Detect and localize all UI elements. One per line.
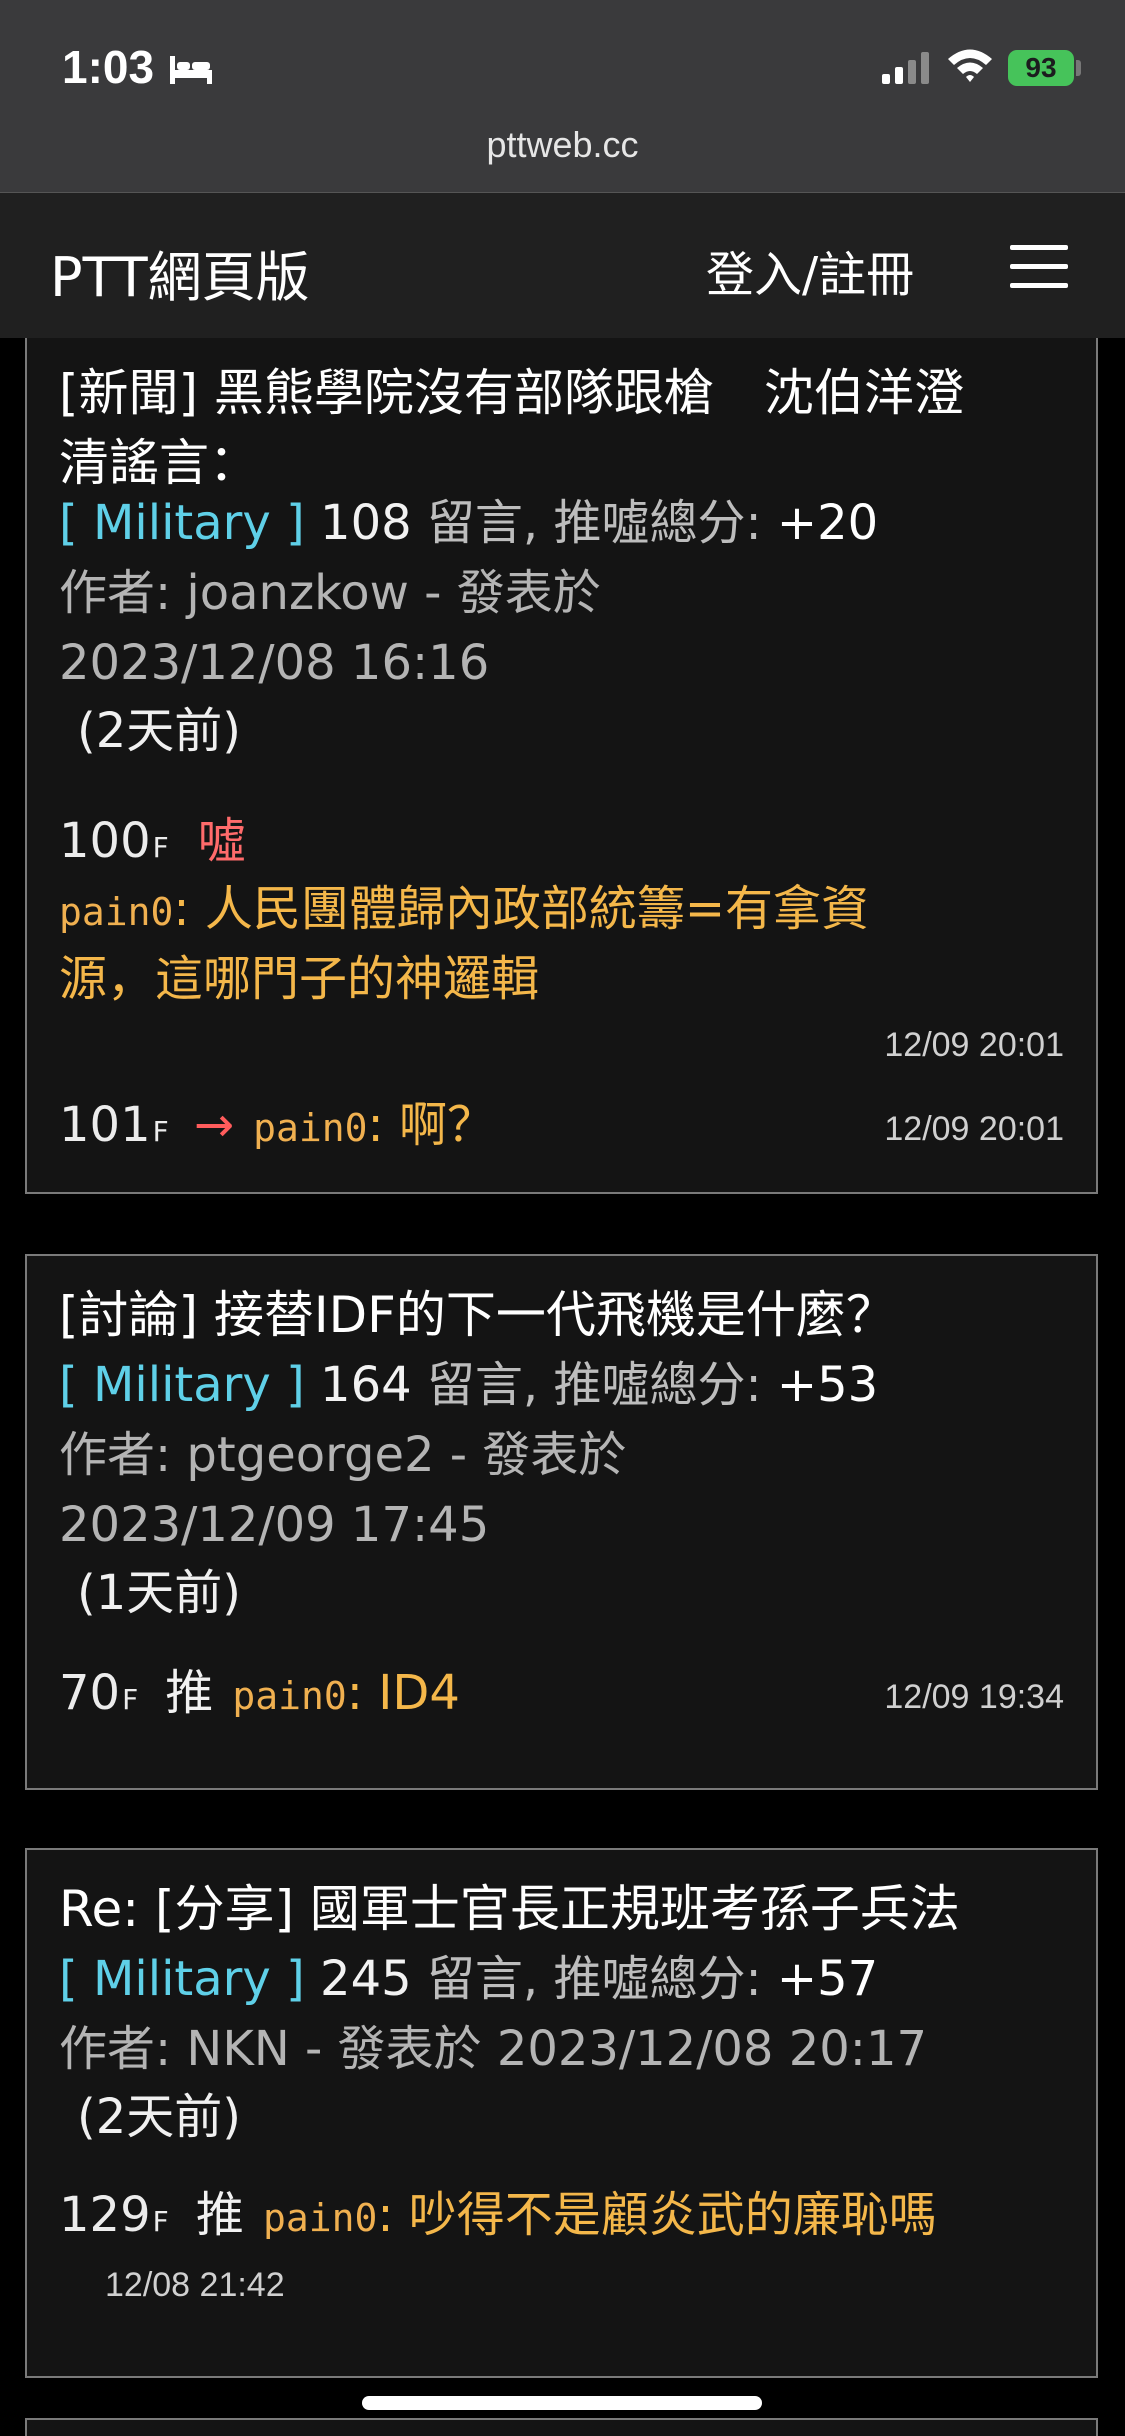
comment-text: : ID4: [346, 1665, 460, 1721]
board-tag[interactable]: [ Military ]: [59, 1357, 305, 1413]
battery-cap: [1076, 60, 1081, 76]
author-info: 作者: ptgeorge2 - 發表於 2023/12/09 17:45: [59, 1420, 626, 1560]
comment-user[interactable]: pain0: [59, 890, 173, 934]
wifi-icon: [948, 49, 992, 82]
author-line: 作者: NKN - 發表於 2023/12/08 20:17: [59, 2021, 928, 2077]
address-bar-url[interactable]: pttweb.cc: [0, 124, 1125, 166]
post-title-line: Re: [分享] 國軍士官長正規班考孫子兵法: [59, 1880, 960, 1938]
post-meta: [ Military ] 164 留言, 推噓總分: +53: [59, 1350, 878, 1420]
status-time: 1:03: [62, 41, 155, 93]
post-title[interactable]: Re: [分享] 國軍士官長正規班考孫子兵法: [59, 1874, 960, 1944]
comment-time: 12/08 21:42: [105, 2266, 285, 2304]
comment-text: : 啊？: [367, 1097, 495, 1153]
board-tag[interactable]: [ Military ]: [59, 495, 305, 551]
comment-user[interactable]: pain0: [232, 1674, 346, 1718]
relative-time: (1天前): [77, 1565, 241, 1621]
floor-suffix: F: [152, 2205, 169, 2238]
comment-body: pain0: 人民團體歸內政部統籌=有拿資: [59, 874, 869, 955]
sleep-focus-icon: [170, 56, 212, 84]
menu-icon[interactable]: [1010, 245, 1068, 289]
post-card[interactable]: [新聞] 黑熊學院沒有部隊跟槍 沈伯洋澄 清謠言： [ Military ] 1…: [25, 338, 1098, 1194]
post-title[interactable]: [討論] 接替IDF的下一代飛機是什麼？: [59, 1280, 896, 1350]
floor-number: 100: [59, 813, 151, 869]
author-line: 作者: joanzkow - 發表於: [59, 565, 601, 621]
board-tag[interactable]: [ Military ]: [59, 1951, 305, 2007]
floor-number: 70: [59, 1665, 121, 1721]
comment-time: 12/09 19:34: [884, 1678, 1064, 1716]
comment-body-continued: 源，這哪門子的神邏輯: [59, 944, 539, 1025]
score: +57: [776, 1951, 879, 2007]
battery-level: 93: [1025, 52, 1057, 83]
post-title[interactable]: [新聞] 黑熊學院沒有部隊跟槍 沈伯洋澄 清謠言：: [59, 358, 964, 498]
post-card[interactable]: Re: [分享] 國軍士官長正規班考孫子兵法 [ Military ] 245 …: [25, 1848, 1098, 2378]
post-card[interactable]: [討論] 接替IDF的下一代飛機是什麼？ [ Military ] 164 留言…: [25, 1254, 1098, 1790]
post-date: 2023/12/09 17:45: [59, 1497, 490, 1553]
comment-text: : 吵得不是顧炎武的廉恥嗎: [377, 2187, 937, 2243]
floor-suffix: F: [152, 831, 169, 864]
meta-label: 留言, 推噓總分:: [426, 1357, 762, 1413]
comment-time: 12/09 20:01: [884, 1110, 1064, 1148]
site-header: PTT網頁版 登入/註冊: [0, 192, 1125, 339]
comment-user[interactable]: pain0: [253, 1106, 367, 1150]
relative-time: (2天前): [77, 703, 241, 759]
score: +53: [776, 1357, 879, 1413]
comment-row: 129F 推 pain0: 吵得不是顧炎武的廉恥嗎: [59, 2180, 937, 2261]
comment-tag: 推: [165, 1665, 214, 1721]
author-info: 作者: joanzkow - 發表於 2023/12/08 16:16: [59, 558, 601, 698]
post-meta: [ Military ] 245 留言, 推噓總分: +57: [59, 1944, 878, 2014]
login-register-link[interactable]: 登入/註冊: [706, 235, 914, 305]
author-info: 作者: NKN - 發表於 2023/12/08 20:17: [59, 2014, 927, 2084]
floor-suffix: F: [152, 1115, 169, 1148]
comment-text: 源，這哪門子的神邏輯: [59, 951, 540, 1007]
comment-tag: →: [193, 1097, 235, 1153]
author-line: 作者: ptgeorge2 - 發表於: [59, 1427, 627, 1483]
post-card[interactable]: [25, 2418, 1098, 2436]
comment-row: 70F 推 pain0: ID4: [59, 1658, 460, 1739]
comment-count: 245: [320, 1951, 412, 2007]
post-title-line: [新聞] 黑熊學院沒有部隊跟槍 沈伯洋澄: [59, 364, 964, 422]
score: +20: [776, 495, 879, 551]
floor-number: 129: [59, 2187, 151, 2243]
meta-label: 留言, 推噓總分:: [426, 495, 762, 551]
comment-tag: 噓: [197, 813, 246, 869]
relative-time: (2天前): [77, 2089, 241, 2145]
comment-count: 108: [320, 495, 412, 551]
cellular-signal-icon: [882, 52, 929, 84]
post-date: 2023/12/08 16:16: [59, 635, 490, 691]
comment-time: 12/09 20:01: [884, 1026, 1064, 1064]
home-indicator[interactable]: [362, 2396, 762, 2410]
comment-row: 101F → pain0: 啊？: [59, 1090, 495, 1171]
post-meta: [ Military ] 108 留言, 推噓總分: +20: [59, 488, 878, 558]
floor-suffix: F: [122, 1683, 139, 1716]
comment-user[interactable]: pain0: [263, 2196, 377, 2240]
post-list: [新聞] 黑熊學院沒有部隊跟槍 沈伯洋澄 清謠言： [ Military ] 1…: [0, 338, 1125, 2436]
comment-text: : 人民團體歸內政部統籌=有拿資: [173, 881, 870, 937]
status-bar: 1:03 93 pttweb.cc: [0, 0, 1125, 192]
battery-indicator: 93: [1008, 50, 1074, 86]
comment-tag: 推: [195, 2187, 244, 2243]
post-title-line: [討論] 接替IDF的下一代飛機是什麼？: [59, 1286, 896, 1344]
comment-count: 164: [320, 1357, 412, 1413]
meta-label: 留言, 推噓總分:: [426, 1951, 762, 2007]
site-title[interactable]: PTT網頁版: [50, 233, 310, 312]
floor-number: 101: [59, 1097, 151, 1153]
